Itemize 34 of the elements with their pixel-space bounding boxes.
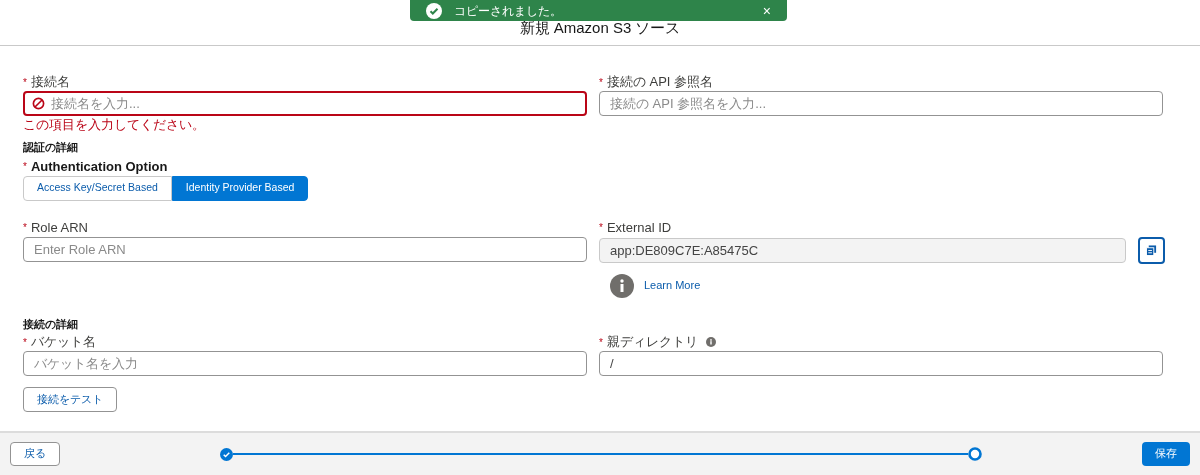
field-label: Role ARN [30,220,88,235]
required-mark: * [23,221,27,235]
error-icon [32,97,45,110]
input-field[interactable]: Enter Role ARN [23,236,587,262]
input-field[interactable]: / [599,351,1163,376]
required-mark: * [23,160,27,174]
close-button[interactable]: × [762,3,771,18]
field-label: Authentication Option [30,159,168,174]
back-button[interactable]: 戻る [10,442,60,466]
required-mark: * [599,75,603,90]
toast-message: コピーされました。 [454,2,563,20]
segment-button[interactable]: Identity Provider Based [171,175,309,201]
field-label: 接続名 [30,75,70,89]
field-label: External ID [606,220,672,235]
required-mark: * [599,335,603,350]
section-heading: 接続の詳細 [23,316,79,332]
input-field[interactable]: バケット名を入力 [23,351,587,376]
field-label: 接続の API 参照名 [606,75,714,89]
save-button[interactable]: 保存 [1142,442,1190,466]
copy-icon [1146,244,1157,256]
input-field[interactable]: 接続の API 参照名を入力... [599,91,1163,116]
segment-button[interactable]: Access Key/Secret Based [23,175,172,201]
field-label: バケット名 [30,335,96,349]
info-icon [610,273,634,298]
section-heading: 認証の詳細 [23,140,79,155]
test-connection-button[interactable]: 接続をテスト [23,387,117,412]
field-label: 親ディレクトリ [606,335,698,349]
copy-button[interactable] [1138,236,1165,264]
required-mark: * [23,335,27,350]
modal-title: 新規 Amazon S3 ソース [519,17,681,38]
required-mark: * [599,221,603,235]
required-mark: * [23,75,27,90]
input-field[interactable]: 接続名を入力... [23,91,587,116]
error-message: この項目を入力してください。 [23,117,206,132]
